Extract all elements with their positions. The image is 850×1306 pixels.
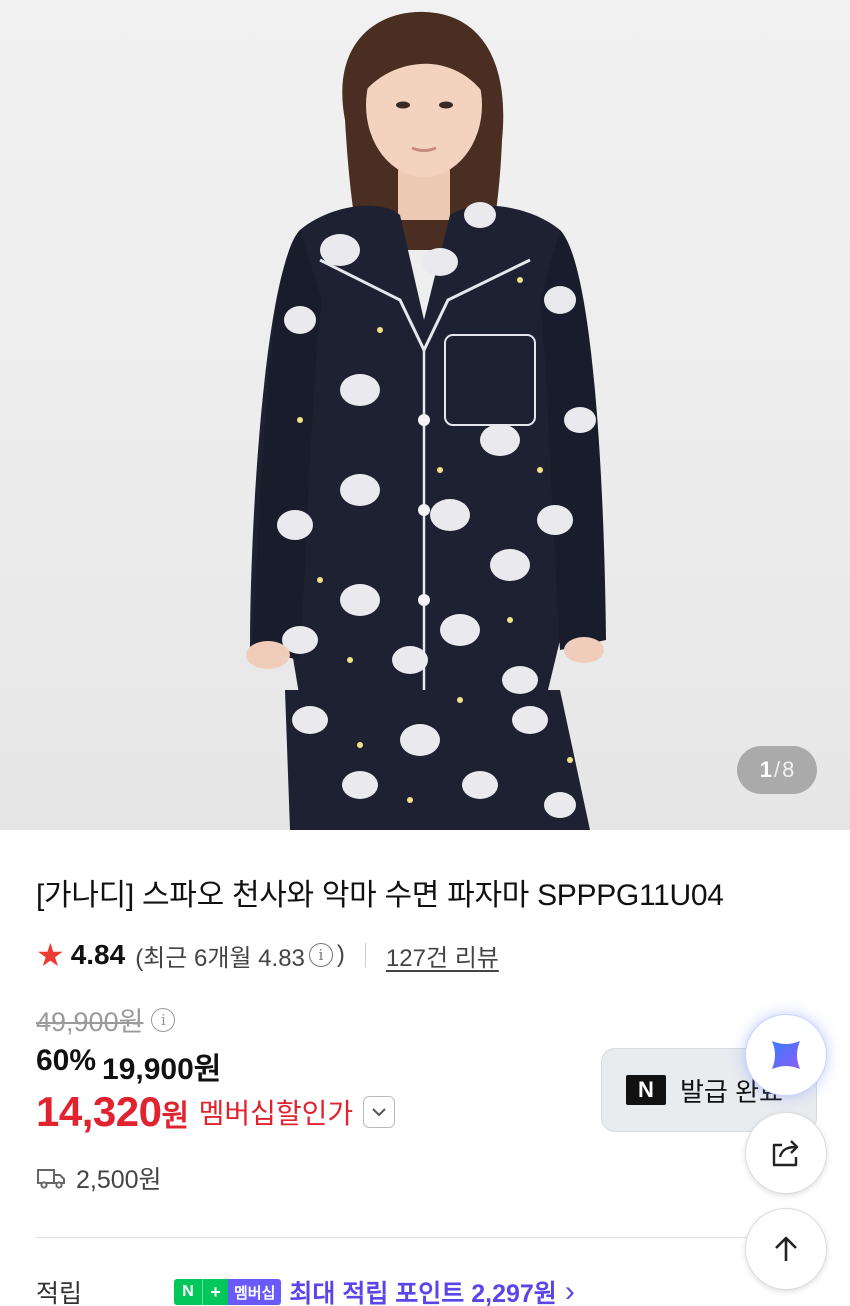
shipping-row: 2,500원 (36, 1160, 162, 1196)
naver-membership-badge: N + 멤버십 (174, 1279, 282, 1305)
sale-price-row: 60% 19,900원 (36, 1044, 221, 1088)
membership-expand-button[interactable] (363, 1096, 396, 1128)
star-icon: ★ (36, 937, 65, 973)
recent-rating-close: ) (336, 941, 345, 968)
info-icon[interactable]: i (308, 943, 333, 967)
chevron-right-icon: › (564, 1275, 575, 1306)
image-counter-current: 1 (759, 757, 772, 782)
membership-badge-text: 멤버십 (228, 1279, 282, 1305)
pajama-model-illustration (246, 11, 606, 830)
ai-assistant-button[interactable] (745, 1014, 827, 1096)
rating-score: 4.84 (70, 939, 126, 970)
product-title: [가나디] 스파오 천사와 악마 수면 파자마 SPPPG11U04 (36, 879, 724, 912)
recent-rating: (최근 6개월 4.83 i ) (135, 938, 345, 973)
naver-n-logo: N (174, 1279, 202, 1305)
product-image[interactable]: 1/8 (0, 0, 850, 830)
original-price-row: 49,900원 i (36, 1000, 176, 1039)
sale-price: 19,900원 (102, 1053, 222, 1086)
sparkle-x-icon (772, 1041, 800, 1069)
points-label: 적립 (36, 1280, 83, 1306)
section-divider (36, 1237, 816, 1238)
chevron-down-icon (372, 1108, 386, 1117)
image-counter-separator: / (773, 757, 781, 782)
price-info-icon[interactable]: i (151, 1007, 176, 1032)
recent-rating-text: (최근 6개월 4.83 (135, 944, 305, 972)
membership-price-amount: 14,320 (36, 1088, 162, 1135)
membership-price: 14,320원 (36, 1088, 189, 1136)
scroll-top-button[interactable] (745, 1208, 827, 1290)
image-counter: 1/8 (737, 746, 817, 794)
original-price: 49,900원 (36, 1007, 144, 1037)
share-button[interactable] (745, 1112, 827, 1194)
discount-rate: 60% (36, 1044, 97, 1077)
max-points-text: 최대 적립 포인트 2,297원 (289, 1280, 557, 1306)
share-icon (772, 1140, 799, 1167)
points-row[interactable]: 적립 N + 멤버십 최대 적립 포인트 2,297원 › (36, 1274, 575, 1306)
membership-price-label: 멤버십할인가 (198, 1098, 354, 1129)
membership-price-unit: 원 (161, 1100, 189, 1133)
rating-row: ★ 4.84 (최근 6개월 4.83 i ) 127건 리뷰 (36, 935, 499, 975)
shipping-fee: 2,500원 (76, 1166, 162, 1194)
arrow-up-icon (775, 1236, 797, 1261)
divider (364, 943, 366, 967)
membership-price-row: 14,320원 멤버십할인가 (36, 1088, 396, 1136)
reviews-link[interactable]: 127건 리뷰 (386, 938, 499, 973)
naver-logo-icon: N (626, 1075, 666, 1105)
truck-icon (37, 1169, 65, 1189)
plus-icon: + (202, 1279, 228, 1305)
image-counter-total: 8 (782, 757, 795, 782)
